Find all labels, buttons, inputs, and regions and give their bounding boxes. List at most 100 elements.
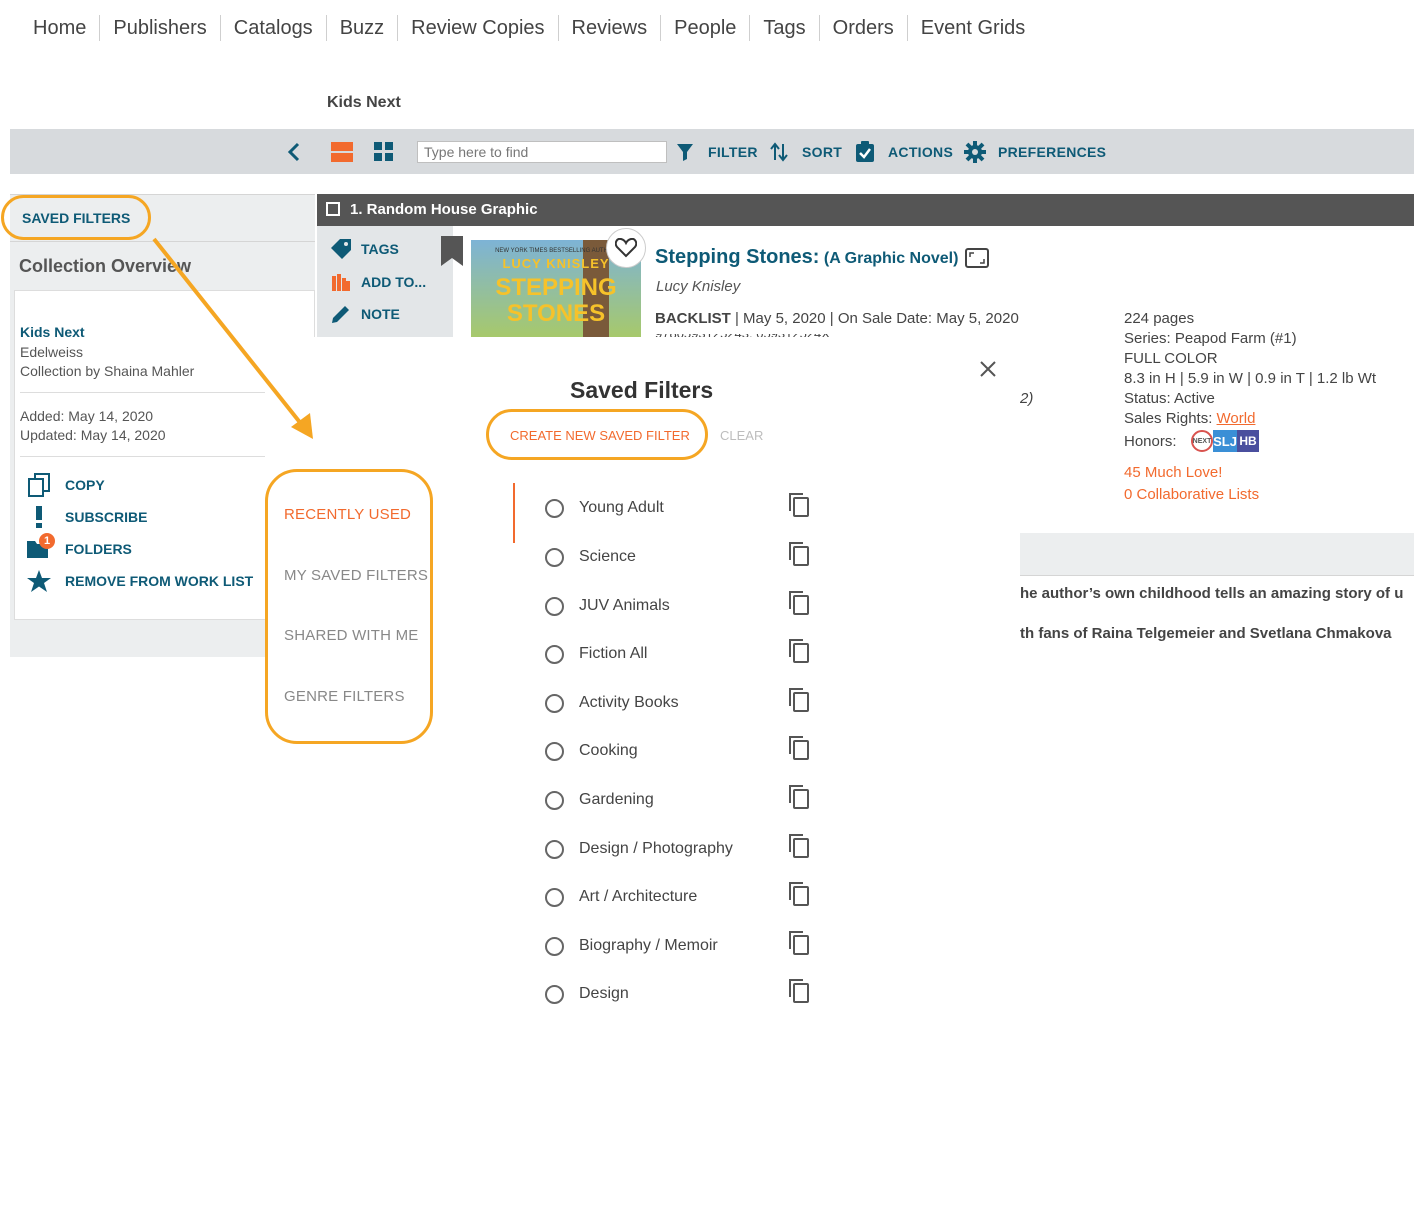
expand-icon[interactable] [965, 248, 989, 268]
select-checkbox[interactable] [326, 202, 340, 216]
filter-item[interactable]: JUV Animals [545, 591, 670, 621]
filter-item[interactable]: Activity Books [545, 688, 679, 718]
radio-button[interactable] [545, 790, 564, 810]
book-title[interactable]: Stepping Stones: [655, 246, 819, 268]
sales-rights-link[interactable]: World [1217, 410, 1256, 427]
search-input[interactable] [417, 141, 667, 163]
filter-button[interactable]: FILTER [676, 129, 758, 174]
tabs-strip [1020, 533, 1414, 576]
nav-catalogs[interactable]: Catalogs [221, 15, 327, 41]
radio-button[interactable] [545, 839, 564, 859]
filter-item[interactable]: Science [545, 542, 636, 572]
radio-button[interactable] [545, 498, 564, 518]
nav-reviews[interactable]: Reviews [559, 15, 662, 41]
filter-item[interactable]: Young Adult [545, 493, 664, 523]
nav-publishers[interactable]: Publishers [100, 15, 221, 41]
filter-item[interactable]: Cooking [545, 736, 638, 766]
copy-filter-icon[interactable] [787, 784, 811, 810]
honor-badge-slj[interactable]: SLJ [1213, 430, 1237, 452]
books-icon [332, 274, 350, 291]
star-icon [27, 570, 51, 592]
honor-badge-hb[interactable]: HB [1237, 430, 1259, 452]
gear-icon [964, 140, 986, 163]
book-title-line: Stepping Stones: (A Graphic Novel) [655, 246, 958, 269]
actions-button[interactable]: ACTIONS [855, 129, 953, 174]
copy-filter-icon[interactable] [787, 687, 811, 713]
partial-text: 2) [1020, 390, 1034, 407]
nav-buzz[interactable]: Buzz [327, 15, 399, 41]
back-button[interactable] [286, 129, 302, 174]
description-line-1: he author’s own childhood tells an amazi… [1020, 585, 1404, 602]
much-love-link[interactable]: 45 Much Love! [1124, 464, 1222, 481]
sort-button[interactable]: SORT [770, 129, 842, 174]
radio-button[interactable] [545, 547, 564, 567]
filter-item[interactable]: Fiction All [545, 639, 647, 669]
radio-button[interactable] [545, 984, 564, 1004]
honors-label: Honors: [1124, 433, 1177, 450]
add-to-button[interactable]: ADD TO... [329, 271, 426, 293]
subscribe-button[interactable]: SUBSCRIBE [25, 505, 147, 529]
copy-button[interactable]: COPY [25, 473, 105, 497]
card-title[interactable]: Kids Next [20, 324, 85, 340]
book-status-line: BACKLIST | May 5, 2020 | On Sale Date: M… [655, 310, 1019, 327]
preferences-button[interactable]: PREFERENCES [964, 129, 1106, 174]
card-org: Edelweiss [20, 344, 84, 360]
highlight-saved-filters [1, 195, 151, 240]
highlight-create-filter [486, 409, 708, 460]
result-group-header: 1. Random House Graphic [317, 194, 1414, 226]
folders-button[interactable]: 1 FOLDERS [25, 533, 132, 561]
nav-tags[interactable]: Tags [750, 15, 820, 41]
clear-button[interactable]: CLEAR [720, 428, 763, 443]
copy-filter-icon[interactable] [787, 735, 811, 761]
copy-filter-icon[interactable] [787, 492, 811, 518]
radio-button[interactable] [545, 693, 564, 713]
filter-item[interactable]: Design [545, 979, 629, 1009]
radio-button[interactable] [545, 936, 564, 956]
radio-button[interactable] [545, 741, 564, 761]
favorite-button[interactable] [606, 228, 646, 268]
nav-event-grids[interactable]: Event Grids [908, 15, 1038, 41]
top-nav: Home Publishers Catalogs Buzz Review Cop… [20, 14, 1038, 42]
filter-item[interactable]: Design / Photography [545, 834, 733, 864]
honor-badges: NEXT SLJ HB [1191, 430, 1259, 452]
nav-home[interactable]: Home [20, 15, 101, 41]
exclamation-icon [36, 506, 42, 528]
remove-from-work-list-button[interactable]: REMOVE FROM WORK LIST [25, 569, 253, 593]
copy-icon [28, 473, 50, 497]
radio-button[interactable] [545, 887, 564, 907]
book-dimensions: 8.3 in H | 5.9 in W | 0.9 in T | 1.2 lb … [1124, 370, 1377, 387]
copy-filter-icon[interactable] [787, 638, 811, 664]
radio-button[interactable] [545, 644, 564, 664]
divider [20, 456, 265, 457]
nav-people[interactable]: People [661, 15, 751, 41]
bookmark-icon[interactable] [441, 236, 463, 266]
book-pages: 224 pages [1124, 310, 1195, 327]
grid-view-button[interactable] [373, 129, 395, 174]
nav-review-copies[interactable]: Review Copies [398, 15, 559, 41]
book-side-actions: TAGS ADD TO... NOTE [317, 226, 453, 337]
book-author[interactable]: Lucy Knisley [656, 278, 740, 295]
radio-button[interactable] [545, 596, 564, 616]
filter-item[interactable]: Art / Architecture [545, 882, 697, 912]
list-view-button[interactable] [331, 129, 353, 174]
tags-button[interactable]: TAGS [329, 238, 399, 260]
active-list-indicator [513, 483, 515, 543]
filter-item[interactable]: Biography / Memoir [545, 931, 718, 961]
collaborative-lists-link[interactable]: 0 Collaborative Lists [1124, 486, 1259, 503]
honor-badge-next[interactable]: NEXT [1191, 430, 1213, 452]
copy-filter-icon[interactable] [787, 590, 811, 616]
pencil-icon [332, 306, 349, 323]
book-subtitle[interactable]: (A Graphic Novel) [824, 250, 959, 267]
copy-filter-icon[interactable] [787, 978, 811, 1004]
copy-filter-icon[interactable] [787, 881, 811, 907]
filter-item[interactable]: Gardening [545, 785, 654, 815]
nav-orders[interactable]: Orders [820, 15, 908, 41]
copy-filter-icon[interactable] [787, 541, 811, 567]
close-icon[interactable] [979, 360, 997, 378]
note-button[interactable]: NOTE [329, 303, 400, 325]
updated-date: Updated: May 14, 2020 [20, 427, 166, 443]
copy-filter-icon[interactable] [787, 833, 811, 859]
book-status: Status: Active [1124, 390, 1215, 407]
copy-filter-icon[interactable] [787, 930, 811, 956]
toolbar: FILTER SORT ACTIONS PREFERENCES [10, 129, 1414, 174]
